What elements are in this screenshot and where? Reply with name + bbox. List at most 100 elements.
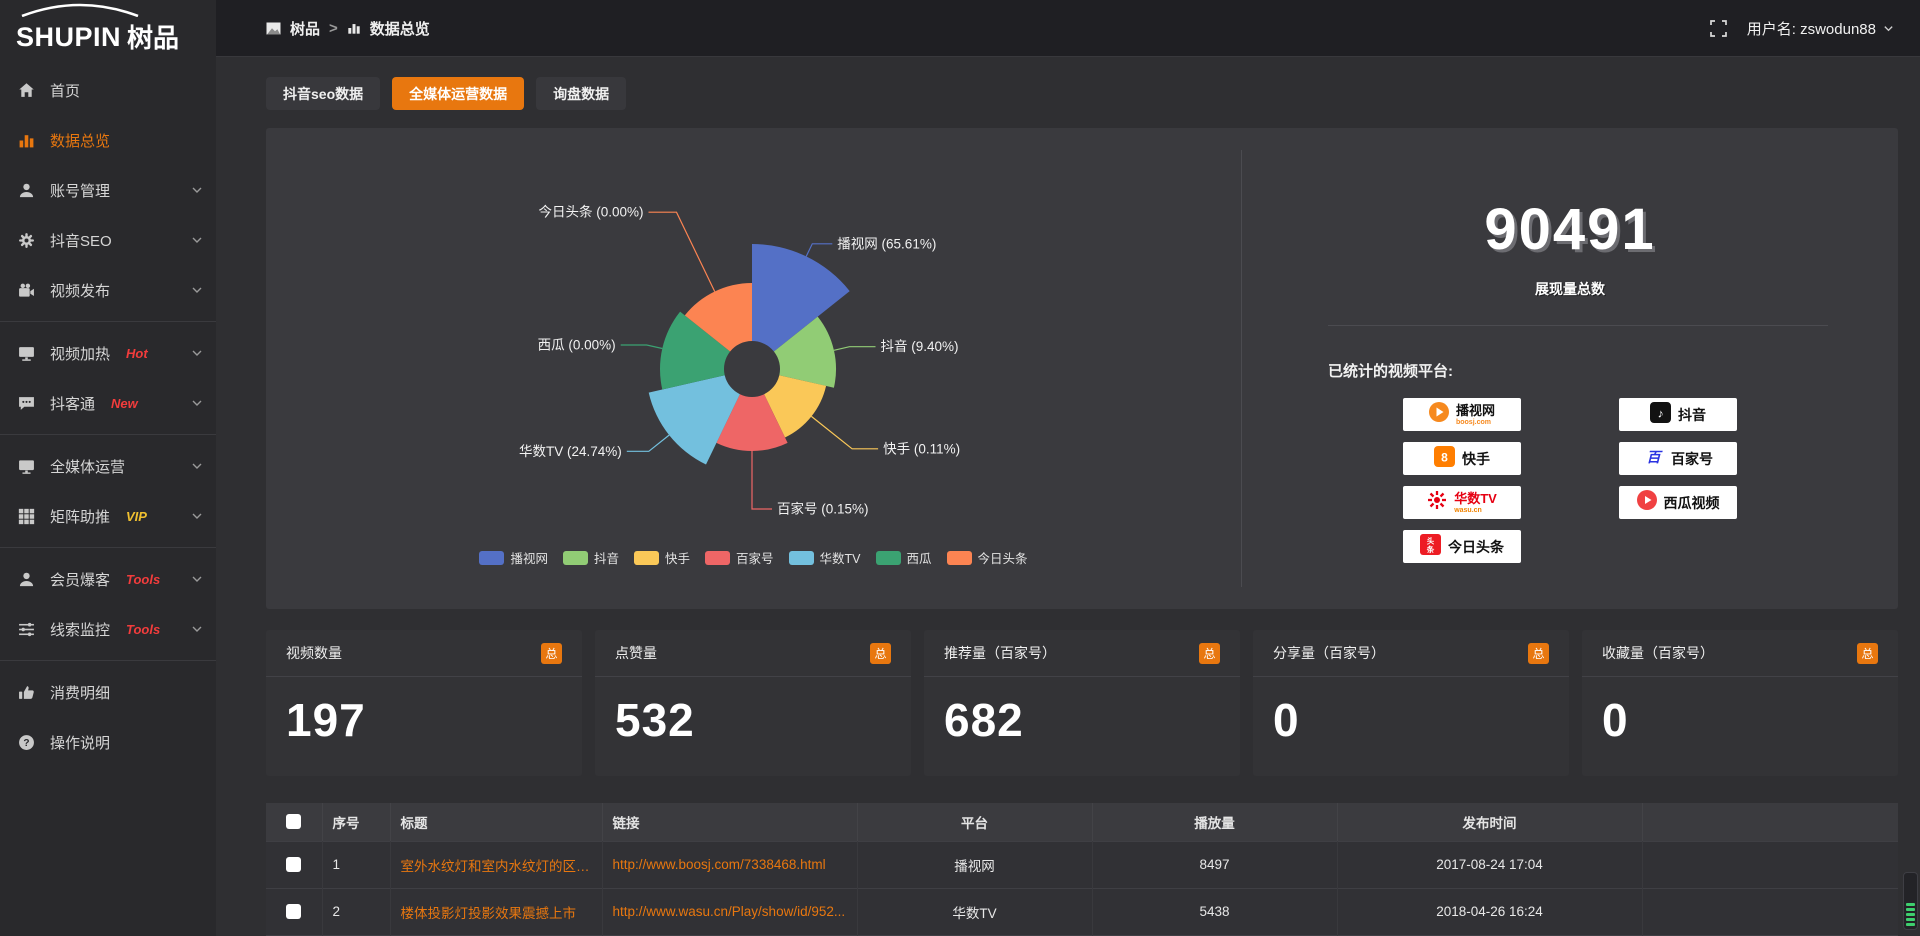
sidebar-item-label: 抖客通 [50,393,95,414]
sidebar-item-douyin-seo[interactable]: 抖音SEO [0,215,216,265]
sidebar-item-home[interactable]: 首页 [0,65,216,115]
total-badge[interactable]: 总 [1857,643,1878,664]
video-table-wrap: 序号标题链接平台播放量发布时间 1室外水纹灯和室内水纹灯的区别和简介http:/… [266,803,1898,936]
app-square-icon [266,22,281,35]
row-checkbox-cell [266,888,322,935]
legend-item[interactable]: 抖音 [563,548,619,567]
pie-label-line [806,244,832,257]
platform-badge-kuaishou: 8快手 [1403,442,1521,475]
sidebar-item-video-heat[interactable]: 视频加热 Hot [0,328,216,378]
legend-item[interactable]: 西瓜 [876,548,932,567]
stat-card-3: 分享量（百家号）总0 [1253,630,1569,776]
total-impressions-label: 展现量总数 [1242,279,1898,299]
stat-card-header: 推荐量（百家号）总 [924,630,1240,677]
svg-text:头: 头 [1427,535,1435,545]
logo-text-main: SHUPIN [16,24,121,51]
video-icon [18,281,36,299]
scroll-indicator-widget[interactable] [1903,872,1918,930]
platform-badge-text: 西瓜视频 [1664,496,1720,510]
platform-name: 播视网 [1456,404,1495,417]
row-extra [1642,841,1898,888]
rose-chart: 播视网 (65.61%)抖音 (9.40%)快手 (0.11%)百家号 (0.1… [266,128,1241,609]
select-all-checkbox[interactable] [286,814,301,829]
total-impressions-value: 90491 [1242,196,1898,263]
chart-area: 播视网 (65.61%)抖音 (9.40%)快手 (0.11%)百家号 (0.1… [266,128,1241,609]
sidebar-item-video-publish[interactable]: 视频发布 [0,265,216,315]
platform-name: 抖音 [1678,408,1706,422]
tab-inquiry-data[interactable]: 询盘数据 [536,77,626,110]
toutiao-logo-icon: 头条 [1420,534,1441,560]
sidebar-item-doukertong[interactable]: 抖客通 New [0,378,216,428]
sidebar-item-label: 数据总览 [50,130,110,151]
sidebar-item-label: 全媒体运营 [50,456,125,477]
fullscreen-icon[interactable] [1710,20,1727,37]
sidebar-item-account[interactable]: 账号管理 [0,165,216,215]
row-checkbox[interactable] [286,857,301,872]
summary-panel: 90491 展现量总数 已统计的视频平台: 播视网boosj.com8快手华数T… [1242,128,1898,609]
total-badge[interactable]: 总 [541,643,562,664]
total-badge[interactable]: 总 [1199,643,1220,664]
scroll-indicator-bar [1906,918,1915,921]
pie-label-line [811,416,878,448]
stat-card-1: 点赞量总532 [595,630,911,776]
total-badge[interactable]: 总 [870,643,891,664]
row-url-link[interactable]: http://www.wasu.cn/Play/show/id/952... [602,888,857,935]
sidebar-item-clue-monitor[interactable]: 线索监控Tools [0,604,216,654]
topbar: 树品 > 数据总览 用户名: zswodun88 [216,0,1920,57]
grid-icon [18,507,36,525]
legend-item[interactable]: 今日头条 [947,548,1028,567]
row-time: 2018-04-26 16:24 [1337,888,1642,935]
legend-item[interactable]: 快手 [634,548,690,567]
sidebar-item-help[interactable]: ?操作说明 [0,717,216,767]
summary-divider [1328,325,1828,326]
stat-card-title: 收藏量（百家号） [1602,643,1714,663]
baijiahao-logo-icon: 百 [1643,446,1664,472]
row-title-link[interactable]: 楼体投影灯投影效果震撼上市 [390,888,602,935]
heat-icon [18,344,36,362]
sidebar-item-badge: VIP [126,509,147,524]
legend-swatch [634,551,659,565]
row-checkbox[interactable] [286,904,301,919]
legend-swatch [947,551,972,565]
legend-label: 百家号 [736,548,774,567]
legend-item[interactable]: 华数TV [789,548,861,567]
platform-name: 百家号 [1671,452,1713,466]
legend-item[interactable]: 播视网 [479,548,548,567]
logo-arc [18,3,142,17]
user-menu[interactable]: 用户名: zswodun88 [1747,18,1894,39]
chart-icon [18,131,36,149]
platform-name: 快手 [1462,452,1490,466]
breadcrumb-root[interactable]: 树品 [290,18,320,39]
stat-card-value: 0 [1253,677,1569,747]
sidebar-item-badge: New [111,396,138,411]
sidebar-item-matrix-boost[interactable]: 矩阵助推VIP [0,491,216,541]
row-platform: 播视网 [857,841,1092,888]
row-extra [1642,888,1898,935]
scroll-indicator-bar [1906,913,1915,916]
platform-badges: 播视网boosj.com8快手华数TVwasu.cn头条今日头条 ♪抖音百百家号… [1242,398,1898,563]
legend-label: 今日头条 [978,548,1028,567]
legend-item[interactable]: 百家号 [705,548,774,567]
row-url-link[interactable]: http://www.boosj.com/7338468.html [602,841,857,888]
table-header-0 [266,803,322,841]
sidebar-item-member[interactable]: 会员爆客Tools [0,554,216,604]
sidebar-item-label: 视频加热 [50,343,110,364]
sidebar-item-overview[interactable]: 数据总览 [0,115,216,165]
topbar-right: 用户名: zswodun88 [1710,18,1894,39]
sidebar-item-badge: Tools [126,622,160,637]
platform-badge-text: 抖音 [1678,408,1706,422]
sidebar-item-spend-detail[interactable]: 消费明细 [0,667,216,717]
row-title-link[interactable]: 室外水纹灯和室内水纹灯的区别和简介 [390,841,602,888]
sidebar-item-media-ops[interactable]: 全媒体运营 [0,441,216,491]
chevron-down-icon [191,184,203,196]
pie-label: 快手 (0.11%) [883,441,960,456]
sliders-icon [18,620,36,638]
tab-douyin-seo-data[interactable]: 抖音seo数据 [266,77,380,110]
table-body: 1室外水纹灯和室内水纹灯的区别和简介http://www.boosj.com/7… [266,841,1898,936]
chevron-down-icon [191,284,203,296]
sidebar-item-badge: Hot [126,346,148,361]
scroll-indicator-bar [1906,908,1915,911]
total-badge[interactable]: 总 [1528,643,1549,664]
tab-media-ops-data[interactable]: 全媒体运营数据 [392,77,524,110]
chart-panel: 播视网 (65.61%)抖音 (9.40%)快手 (0.11%)百家号 (0.1… [266,128,1898,609]
